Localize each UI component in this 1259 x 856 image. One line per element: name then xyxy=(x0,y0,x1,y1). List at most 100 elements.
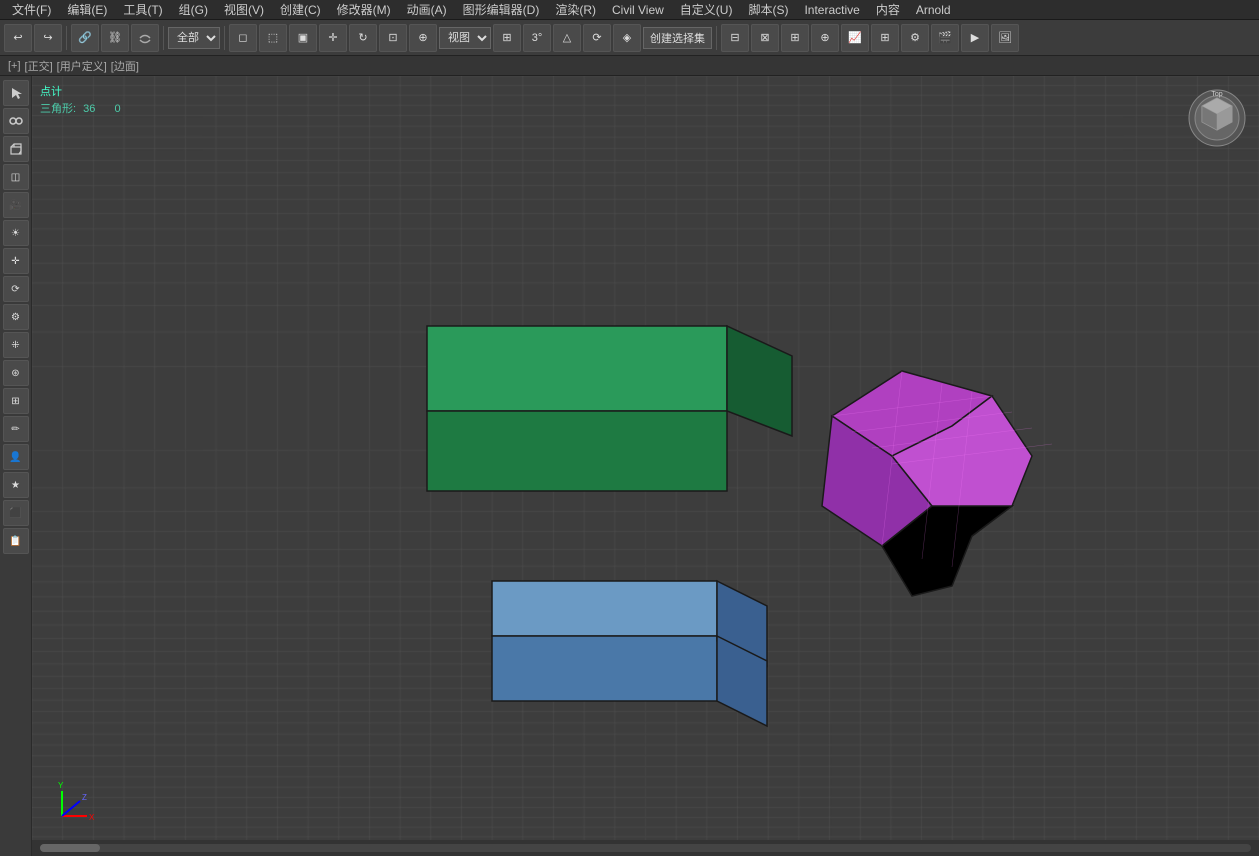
svg-text:X: X xyxy=(89,813,95,822)
mirror-button[interactable]: ⊟ xyxy=(721,24,749,52)
undo-button[interactable]: ↩ xyxy=(4,24,32,52)
menu-interactive[interactable]: Interactive xyxy=(796,1,867,19)
left-sidebar: ◫ 🎥 ☀ ✛ ⟳ ⚙ ⁜ ⊛ ⊞ ✏ 👤 ★ ⬛ 📋 xyxy=(0,76,32,856)
snap-toggle[interactable]: ⊞ xyxy=(493,24,521,52)
menu-script[interactable]: 脚本(S) xyxy=(740,0,796,20)
unlink-button[interactable]: ⛓ xyxy=(101,24,129,52)
menu-customize[interactable]: 自定义(U) xyxy=(672,0,741,20)
sidebar-shapes[interactable]: ◫ xyxy=(3,164,29,190)
sidebar-effects[interactable]: ★ xyxy=(3,472,29,498)
separator-4 xyxy=(716,26,717,50)
green-box-top-face xyxy=(427,326,727,411)
rotate-button[interactable]: ↻ xyxy=(349,24,377,52)
link-icon xyxy=(9,114,23,128)
rect-select-button[interactable]: ▣ xyxy=(289,24,317,52)
stats-overlay: 点计 三角形: 36 0 xyxy=(40,84,121,117)
bottom-scrollbar[interactable] xyxy=(32,840,1259,856)
align-view-button[interactable]: ⊞ xyxy=(781,24,809,52)
box-icon xyxy=(9,142,23,156)
menu-file[interactable]: 文件(F) xyxy=(4,0,59,20)
sidebar-colors[interactable]: ⬛ xyxy=(3,500,29,526)
bind-icon xyxy=(138,31,152,45)
bind-button[interactable] xyxy=(131,24,159,52)
separator-1 xyxy=(66,26,67,50)
scrollbar-track xyxy=(40,844,1251,852)
render-button[interactable]: ▶ xyxy=(961,24,989,52)
sidebar-helpers[interactable]: ✛ xyxy=(3,248,29,274)
viewport-projection-label: [正交] xyxy=(25,58,53,74)
compass: Top xyxy=(1187,88,1247,148)
sidebar-notes[interactable]: 📋 xyxy=(3,528,29,554)
sidebar-dynamics[interactable]: ⊛ xyxy=(3,360,29,386)
menu-graph-editor[interactable]: 图形编辑器(D) xyxy=(455,0,548,20)
sidebar-select[interactable] xyxy=(3,80,29,106)
triangle-value: 0 xyxy=(114,103,120,115)
edit-named-sel[interactable]: ◈ xyxy=(613,24,641,52)
triangle-count: 36 xyxy=(83,103,95,115)
menu-view[interactable]: 视图(V) xyxy=(216,0,272,20)
menu-arnold[interactable]: Arnold xyxy=(908,1,959,19)
scale-button[interactable]: ⊡ xyxy=(379,24,407,52)
sidebar-camera[interactable]: 🎥 xyxy=(3,192,29,218)
separator-3 xyxy=(224,26,225,50)
main-area: ◫ 🎥 ☀ ✛ ⟳ ⚙ ⁜ ⊛ ⊞ ✏ 👤 ★ ⬛ 📋 点计 三角形: 36 0 xyxy=(0,76,1259,856)
toolbar: ↩ ↪ 🔗 ⛓ 全部 ◻ ⬚ ▣ ✛ ↻ ⊡ ⊕ 视图 ⊞ 3° △ ⟳ ◈ 创… xyxy=(0,20,1259,56)
green-box-right-face xyxy=(727,326,792,436)
link-button[interactable]: 🔗 xyxy=(71,24,99,52)
percent-snap[interactable]: △ xyxy=(553,24,581,52)
menu-content[interactable]: 内容 xyxy=(868,0,908,20)
svg-text:Z: Z xyxy=(82,793,87,802)
sidebar-paint[interactable]: ✏ xyxy=(3,416,29,442)
move-button[interactable]: ✛ xyxy=(319,24,347,52)
menu-tools[interactable]: 工具(T) xyxy=(115,0,170,20)
sidebar-spacewarp[interactable]: ⟳ xyxy=(3,276,29,302)
sidebar-populate[interactable]: 👤 xyxy=(3,444,29,470)
place-button[interactable]: ⊕ xyxy=(409,24,437,52)
menu-create[interactable]: 创建(C) xyxy=(272,0,329,20)
menubar: 文件(F) 编辑(E) 工具(T) 组(G) 视图(V) 创建(C) 修改器(M… xyxy=(0,0,1259,20)
render-frame[interactable]: 🖼 xyxy=(991,24,1019,52)
axis-indicator: X Y Z xyxy=(52,776,102,826)
cursor-icon xyxy=(9,86,23,100)
sidebar-systems[interactable]: ⚙ xyxy=(3,304,29,330)
view-dropdown[interactable]: 视图 xyxy=(439,27,491,49)
sidebar-fur[interactable]: ⊞ xyxy=(3,388,29,414)
viewport-user-label: [用户定义] xyxy=(57,58,107,74)
viewport-mode-label: [+] xyxy=(8,60,21,72)
separator-2 xyxy=(163,26,164,50)
sidebar-particles[interactable]: ⁜ xyxy=(3,332,29,358)
filter-dropdown[interactable]: 全部 xyxy=(168,27,220,49)
select-region-button[interactable]: ⬚ xyxy=(259,24,287,52)
layer-manager[interactable]: ⊕ xyxy=(811,24,839,52)
blue-box-top-face xyxy=(492,581,717,636)
stats-title: 点计 xyxy=(40,84,121,101)
material-editor[interactable]: ⚙ xyxy=(901,24,929,52)
viewport-edge-label: [边面] xyxy=(111,58,139,74)
menu-edit[interactable]: 编辑(E) xyxy=(59,0,115,20)
menu-modifier[interactable]: 修改器(M) xyxy=(329,0,399,20)
scrollbar-thumb[interactable] xyxy=(40,844,100,852)
sidebar-geometry[interactable] xyxy=(3,136,29,162)
angle-snap[interactable]: 3° xyxy=(523,24,551,52)
select-button[interactable]: ◻ xyxy=(229,24,257,52)
scene-objects xyxy=(32,76,1259,856)
infobar: [+] [正交] [用户定义] [边面] xyxy=(0,56,1259,76)
sidebar-link[interactable] xyxy=(3,108,29,134)
triangle-label: 三角形: xyxy=(40,103,76,115)
sidebar-lights[interactable]: ☀ xyxy=(3,220,29,246)
redo-button[interactable]: ↪ xyxy=(34,24,62,52)
align-button[interactable]: ⊠ xyxy=(751,24,779,52)
menu-animation[interactable]: 动画(A) xyxy=(399,0,455,20)
schematic-view[interactable]: ⊞ xyxy=(871,24,899,52)
render-setup[interactable]: 🎬 xyxy=(931,24,959,52)
svg-text:Top: Top xyxy=(1211,91,1222,98)
menu-civil-view[interactable]: Civil View xyxy=(604,1,672,19)
green-box-front-face xyxy=(427,411,727,491)
curve-editor[interactable]: 📈 xyxy=(841,24,869,52)
menu-group[interactable]: 组(G) xyxy=(171,0,216,20)
spinner-snap[interactable]: ⟳ xyxy=(583,24,611,52)
svg-text:Y: Y xyxy=(58,781,64,790)
menu-render[interactable]: 渲染(R) xyxy=(547,0,604,20)
create-selection-set[interactable]: 创建选择集 xyxy=(643,27,712,49)
viewport[interactable]: 点计 三角形: 36 0 xyxy=(32,76,1259,856)
